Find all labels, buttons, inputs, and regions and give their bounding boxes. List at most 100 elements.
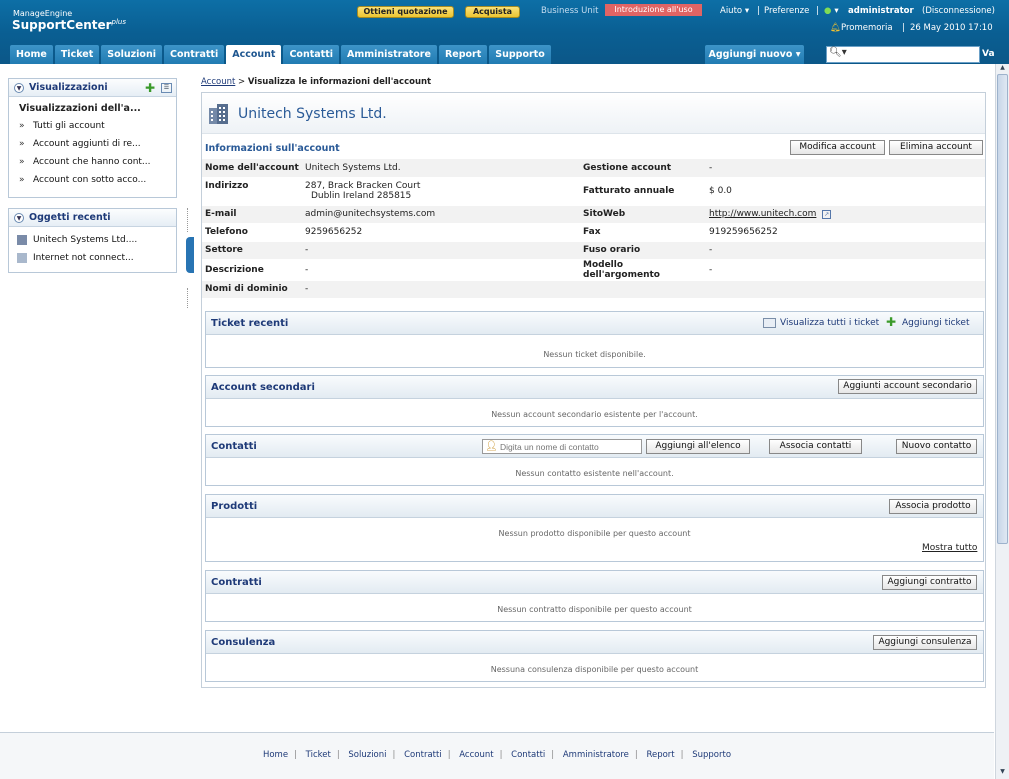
add-consulting-button[interactable]: Aggiungi consulenza xyxy=(873,635,977,650)
field-value: - xyxy=(302,259,580,281)
double-arrow-icon: » xyxy=(19,157,25,167)
reminders-link[interactable]: Promemoria xyxy=(841,23,893,33)
tab-support[interactable]: Supporto xyxy=(489,45,551,64)
sidebar-collapse-handle[interactable] xyxy=(186,237,194,273)
tab-home[interactable]: Home xyxy=(10,45,53,64)
header-separator: | xyxy=(902,23,905,33)
view-item-label: Account che hanno cont... xyxy=(33,157,151,167)
scroll-up-arrow-icon[interactable]: ▲ xyxy=(997,64,1008,73)
tab-ticket[interactable]: Ticket xyxy=(54,45,100,64)
view-item[interactable]: » Account con sotto acco... xyxy=(9,171,176,189)
footer-separator: | xyxy=(680,750,684,760)
tab-admin[interactable]: Amministratore xyxy=(341,45,437,64)
field-label: E-mail xyxy=(202,205,302,224)
views-heading[interactable]: Visualizzazioni dell'a... xyxy=(9,97,176,117)
get-quote-button[interactable]: Ottieni quotazione xyxy=(357,6,454,18)
edit-account-button[interactable]: Modifica account xyxy=(790,140,885,155)
add-to-list-button[interactable]: Aggiungi all'elenco xyxy=(646,439,750,454)
footer-nav: Home | Ticket | Soluzioni | Contratti | Acco… xyxy=(0,750,994,760)
footer-link-contracts[interactable]: Contratti xyxy=(404,750,442,760)
footer-separator: | xyxy=(392,750,396,760)
view-item-label: Account aggiunti di re... xyxy=(33,139,141,149)
new-contact-button[interactable]: Nuovo contatto xyxy=(896,439,977,454)
tab-contracts[interactable]: Contratti xyxy=(163,45,225,64)
field-label: Modello dell'argomento xyxy=(580,259,706,281)
collapse-icon[interactable]: ▼ xyxy=(14,213,24,223)
preferences-link[interactable]: Preferenze xyxy=(764,6,809,16)
scrollbar-thumb[interactable] xyxy=(997,74,1008,544)
help-link: Aiuto xyxy=(720,6,743,16)
view-all-tickets-link[interactable]: Visualizza tutti i ticket xyxy=(780,318,879,328)
field-value: 9259656252 xyxy=(302,223,580,242)
user-name[interactable]: administrator xyxy=(848,6,914,16)
tab-contacts[interactable]: Contatti xyxy=(283,45,340,64)
help-menu[interactable]: Aiuto ▾ xyxy=(720,6,749,16)
logo-vendor: ManageEngine xyxy=(13,9,73,18)
field-value: - xyxy=(302,241,580,260)
contracts-section: Contratti Aggiungi contratto Nessun cont… xyxy=(205,570,984,622)
recent-items-header[interactable]: ▼ Oggetti recenti xyxy=(9,209,176,227)
footer-link-contacts[interactable]: Contatti xyxy=(511,750,545,760)
website-link[interactable]: http://www.unitech.com xyxy=(709,209,816,219)
search-icon[interactable]: 🔍︎▾ xyxy=(829,47,847,58)
delete-account-button[interactable]: Elimina account xyxy=(889,140,983,155)
tab-reports[interactable]: Report xyxy=(438,45,488,64)
online-status-icon[interactable]: ● ▾ xyxy=(824,6,839,16)
footer-link-admin[interactable]: Amministratore xyxy=(563,750,629,760)
tab-account[interactable]: Account xyxy=(226,45,282,64)
contact-name-input[interactable] xyxy=(500,441,638,452)
add-view-icon[interactable]: ✚ xyxy=(145,79,155,97)
footer-link-account[interactable]: Account xyxy=(459,750,493,760)
footer-link-support[interactable]: Supporto xyxy=(692,750,731,760)
footer-link-ticket[interactable]: Ticket xyxy=(306,750,331,760)
contacts-section: Contatti 👤︎ Aggiungi all'elenco Associa … xyxy=(205,434,984,486)
add-new-label: Aggiungi nuovo xyxy=(708,49,793,60)
view-item[interactable]: » Account che hanno cont... xyxy=(9,153,176,171)
view-item-label: Tutti gli account xyxy=(33,121,105,131)
empty-cell xyxy=(580,280,706,299)
associate-product-button[interactable]: Associa prodotto xyxy=(889,499,977,514)
list-icon[interactable]: ☰ xyxy=(161,83,172,93)
logo-plus: plus xyxy=(111,18,127,26)
view-item[interactable]: » Tutti gli account xyxy=(9,117,176,135)
search-input[interactable] xyxy=(849,48,977,61)
field-label: Gestione account xyxy=(580,159,706,178)
footer-link-solutions[interactable]: Soluzioni xyxy=(348,750,386,760)
search-go-button[interactable]: Va xyxy=(982,46,996,63)
account-info-title: Informazioni sull'account xyxy=(205,143,340,154)
buy-button[interactable]: Acquista xyxy=(465,6,520,18)
section-title: Contatti xyxy=(211,441,257,452)
collapse-icon[interactable]: ▼ xyxy=(14,83,24,93)
footer-link-home[interactable]: Home xyxy=(263,750,288,760)
vertical-scrollbar[interactable]: ▲ ▼ xyxy=(995,64,1009,779)
field-label: Fax xyxy=(580,223,706,242)
field-label: Nomi di dominio xyxy=(202,280,302,299)
tab-solutions[interactable]: Soluzioni xyxy=(101,45,162,64)
add-contract-button[interactable]: Aggiungi contratto xyxy=(882,575,977,590)
scroll-down-arrow-icon[interactable]: ▼ xyxy=(997,768,1008,777)
show-all-link[interactable]: Mostra tutto xyxy=(922,543,977,553)
external-link-icon[interactable]: ↗ xyxy=(822,210,832,219)
double-arrow-icon: » xyxy=(19,121,25,131)
section-header: Account secondari Aggiunti account secon… xyxy=(206,376,983,399)
address-line: 287, Brack Bracken Court xyxy=(305,181,421,191)
section-title: Consulenza xyxy=(211,637,276,648)
footer-link-reports[interactable]: Report xyxy=(646,750,674,760)
recent-item[interactable]: Internet not connect... xyxy=(9,249,176,267)
footer: Home | Ticket | Soluzioni | Contratti | Acco… xyxy=(0,732,994,779)
logout-link[interactable]: (Disconnessione) xyxy=(922,6,995,16)
business-unit-selector[interactable]: Introduzione all'uso xyxy=(605,4,702,16)
associate-contacts-button[interactable]: Associa contatti xyxy=(769,439,862,454)
double-arrow-icon: » xyxy=(19,175,25,185)
logo-product-name: SupportCenter xyxy=(12,18,112,32)
add-sub-account-button[interactable]: Aggiunti account secondario xyxy=(838,379,977,394)
section-header: Contratti Aggiungi contratto xyxy=(206,571,983,594)
add-ticket-link[interactable]: Aggiungi ticket xyxy=(902,318,970,328)
view-item[interactable]: » Account aggiunti di re... xyxy=(9,135,176,153)
views-panel-header[interactable]: ▼ Visualizzazioni ✚ ☰ xyxy=(9,79,176,97)
recent-item[interactable]: Unitech Systems Ltd.... xyxy=(9,231,176,249)
breadcrumb-account-link[interactable]: Account xyxy=(201,77,235,87)
field-value: 919259656252 xyxy=(706,223,985,242)
add-new-menu[interactable]: Aggiungi nuovo ▾ xyxy=(705,45,804,64)
logo-product[interactable]: SupportCenterplus xyxy=(12,18,126,32)
